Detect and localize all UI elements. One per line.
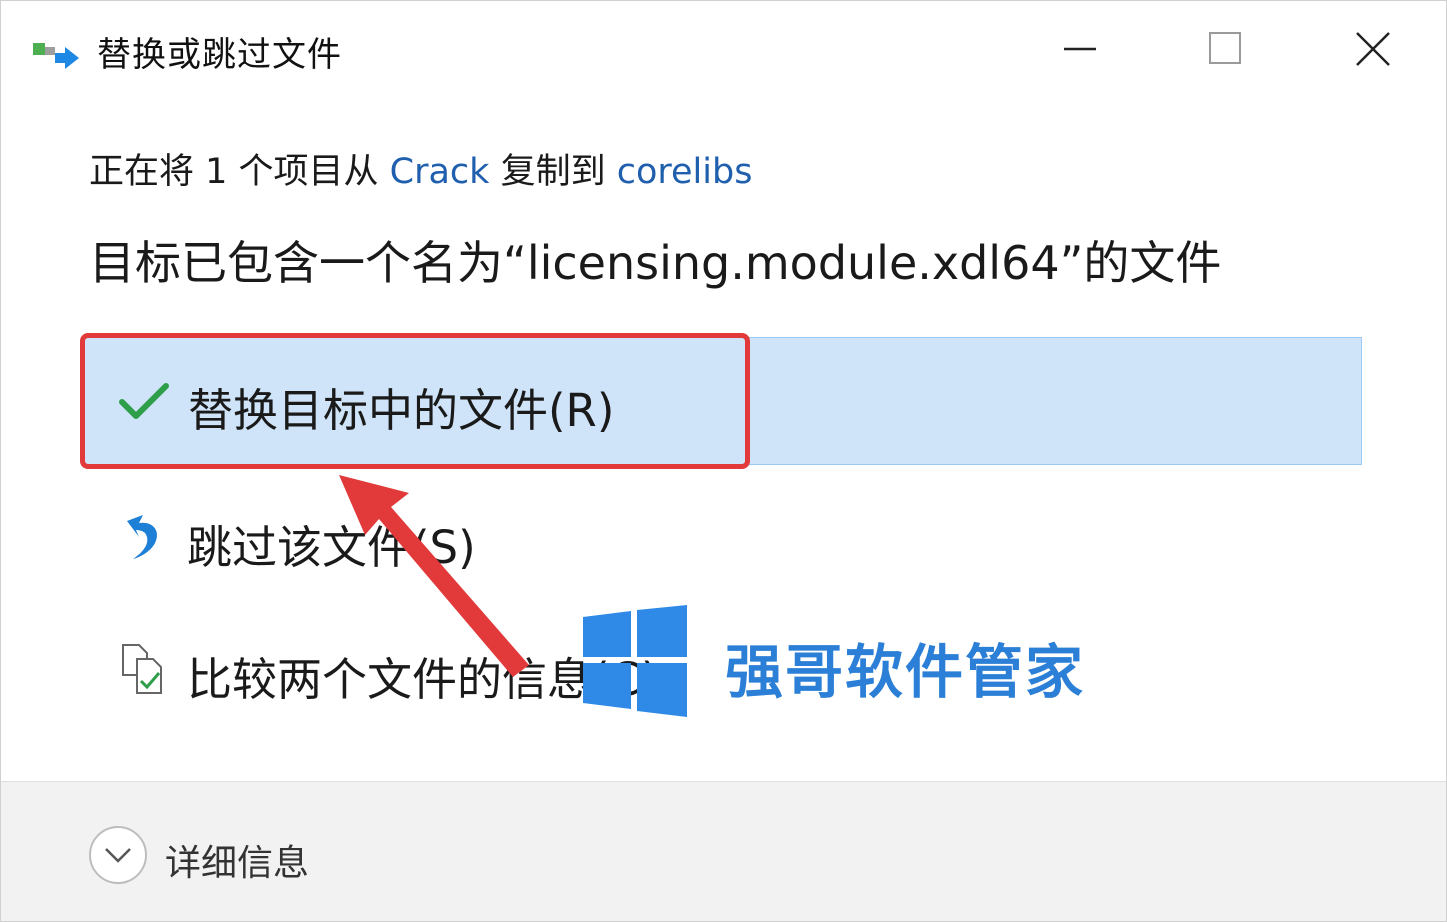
close-icon — [1356, 32, 1390, 66]
annotation-highlight-box — [80, 333, 750, 469]
file-transfer-icon — [31, 37, 81, 73]
close-button[interactable] — [1338, 15, 1408, 81]
windows-logo-icon — [583, 605, 689, 721]
more-details-button[interactable] — [87, 824, 149, 886]
copy-prefix: 正在将 1 个项目从 — [89, 152, 390, 192]
minimize-icon — [1064, 47, 1096, 51]
maximize-icon — [1209, 32, 1241, 64]
chevron-down-icon — [89, 826, 147, 884]
copy-status-text: 正在将 1 个项目从 Crack 复制到 corelibs — [89, 143, 752, 194]
window-title: 替换或跳过文件 — [97, 35, 342, 75]
destination-folder-link[interactable]: corelibs — [617, 152, 753, 192]
compare-files-icon — [119, 641, 169, 701]
compare-option[interactable]: 比较两个文件的信息(C) — [83, 611, 1362, 731]
copy-mid: 复制到 — [489, 152, 617, 192]
source-folder-link[interactable]: Crack — [390, 152, 490, 192]
skip-option-label: 跳过该文件(S) — [187, 521, 476, 574]
maximize-button[interactable] — [1189, 15, 1259, 81]
minimize-button[interactable] — [1044, 15, 1114, 81]
conflict-message: 目标已包含一个名为“licensing.module.xdl64”的文件 — [89, 236, 1222, 290]
replace-or-skip-dialog: 替换或跳过文件 正在将 1 个项目从 Crack 复制到 corelibs 目标… — [0, 0, 1447, 922]
more-details-label[interactable]: 详细信息 — [165, 834, 309, 886]
skip-option[interactable]: 跳过该文件(S) — [83, 481, 1362, 601]
dialog-footer: 详细信息 — [1, 781, 1446, 921]
watermark-text: 强哥软件管家 — [725, 638, 1086, 706]
title-bar[interactable]: 替换或跳过文件 — [1, 1, 1446, 97]
skip-arrow-icon — [119, 511, 167, 567]
